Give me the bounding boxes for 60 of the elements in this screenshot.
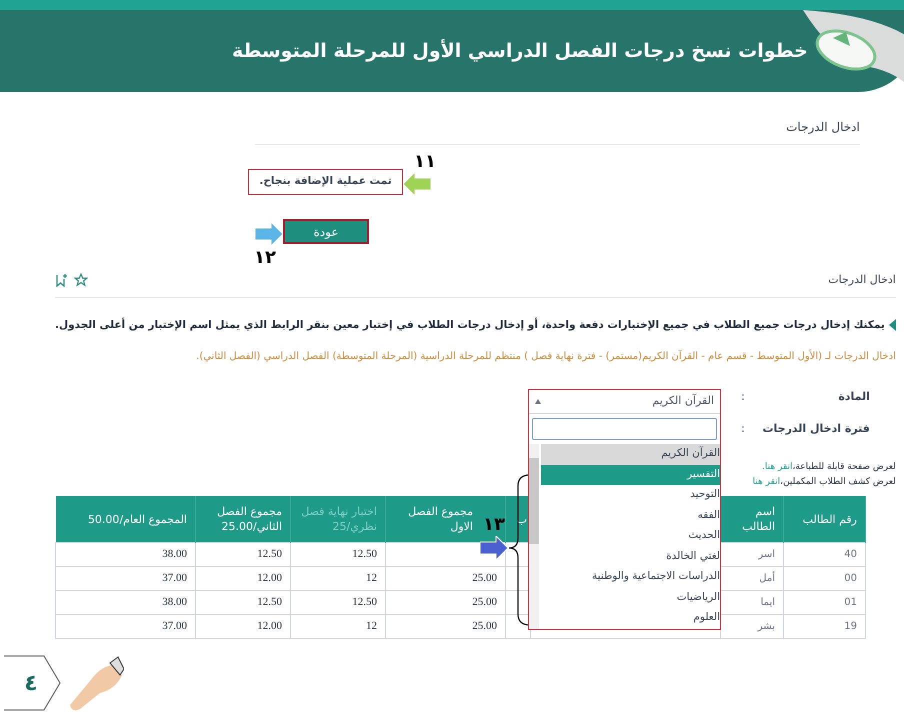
table-cell: 12 — [290, 614, 386, 638]
column-header: اختبار نهاية فصل نظري/25 — [290, 496, 386, 542]
dropdown-option[interactable]: التوحيد — [541, 485, 720, 506]
dropdown-option[interactable]: الحديث — [541, 526, 720, 546]
page-number: ٤ — [23, 670, 39, 698]
table-cell: 12.00 — [196, 614, 290, 638]
colon-text: : — [741, 389, 745, 405]
pointer-arrow — [403, 172, 431, 196]
column-header: المجموع العام/50.00 — [56, 496, 196, 542]
link-line: لعرض صفحة قابلة للطباعة،انقر هنا. — [762, 461, 896, 474]
subject-dropdown[interactable]: القرآن الكريم القرآن الكريم التفسير التوحيد الفقه الحديث لغتي الخالدة الدراسات الاجتماعية والوطنية الرياضيات العلوم — [528, 389, 721, 630]
step-number: ١١ — [414, 150, 436, 174]
table-cell: 12.50 — [290, 590, 386, 614]
step-number: ١٢ — [254, 246, 276, 270]
table-cell: 19 — [784, 614, 866, 638]
table-cell: 12 — [290, 566, 386, 590]
pointer-arrow — [255, 222, 283, 246]
back-button[interactable]: عودة — [283, 219, 369, 244]
column-header: اسم الطالب — [720, 496, 784, 542]
table-cell: 12.50 — [196, 590, 290, 614]
dropdown-option[interactable]: الرياضيات — [541, 588, 720, 608]
dropdown-option[interactable]: الفقه — [541, 506, 720, 526]
table-cell: 37.00 — [56, 566, 196, 590]
table-cell: 37.00 — [56, 614, 196, 638]
caret-up-icon — [535, 399, 541, 404]
pointer-arrow — [480, 536, 508, 560]
table-cell: 25.00 — [386, 614, 506, 638]
dropdown-option[interactable]: لغتي الخالدة — [541, 546, 720, 567]
step-number: ١٣ — [483, 513, 505, 537]
page-title: خطوات نسخ درجات الفصل الدراسي الأول للمرحلة المتوسطة — [232, 38, 808, 64]
star-icon[interactable] — [74, 273, 88, 288]
table-cell: 38.00 — [56, 590, 196, 614]
bullet-triangle-icon — [888, 319, 896, 332]
table-cell: 12.00 — [196, 566, 290, 590]
section-heading: ادخال الدرجات — [786, 119, 860, 136]
bookmark-plus-icon[interactable] — [55, 273, 68, 288]
column-header: رقم الطالب — [784, 496, 866, 542]
dropdown-option[interactable]: العلوم — [541, 608, 720, 628]
link-line: لعرض كشف الطلاب المكملين،انقر هنا — [752, 476, 896, 490]
table-cell: 40 — [784, 542, 866, 566]
colon-text: : — [741, 421, 745, 437]
field-label: فترة ادخال الدرجات — [761, 421, 870, 437]
scrollbar[interactable] — [529, 444, 539, 628]
dropdown-option[interactable]: القرآن الكريم — [541, 444, 720, 464]
table-cell: 38.00 — [56, 542, 196, 566]
table-cell: 01 — [784, 590, 866, 614]
select-field[interactable]: القرآن الكريم — [529, 390, 720, 414]
instruction-text: يمكنك إدخال درجات جميع الطلاب في جميع الإختبارات دفعة واحدة، أو إدخال درجات الطلاب في إختبار معين بنقر الرابط الذي يمثل اسم الإختبار من أعلى الجدول. — [55, 318, 885, 333]
success-message: تمت عملية الإضافة بنجاح. — [248, 169, 403, 195]
column-header: مجموع الفصل الثاني/25.00 — [196, 496, 290, 542]
section-heading: ادخال الدرجات — [828, 272, 896, 288]
table-cell: 25.00 — [386, 566, 506, 590]
table-cell: 12.50 — [196, 542, 290, 566]
table-cell: 00 — [784, 566, 866, 590]
field-label: المادة — [837, 389, 870, 405]
table-cell: 25.00 — [386, 590, 506, 614]
table-cell: 12.50 — [290, 542, 386, 566]
search-field[interactable] — [532, 418, 717, 440]
context-text: ادخال الدرجات لـ (الأول المتوسط - قسم عام - القرآن الكريم(مستمر) - فترة نهاية فصل ) منتظم للمرحلة الدراسية (المرحلة المتوسطة) الفصل الدراسي (الفصل الثاني). — [195, 349, 896, 364]
dropdown-option[interactable]: الدراسات الاجتماعية والوطنية — [541, 567, 720, 588]
